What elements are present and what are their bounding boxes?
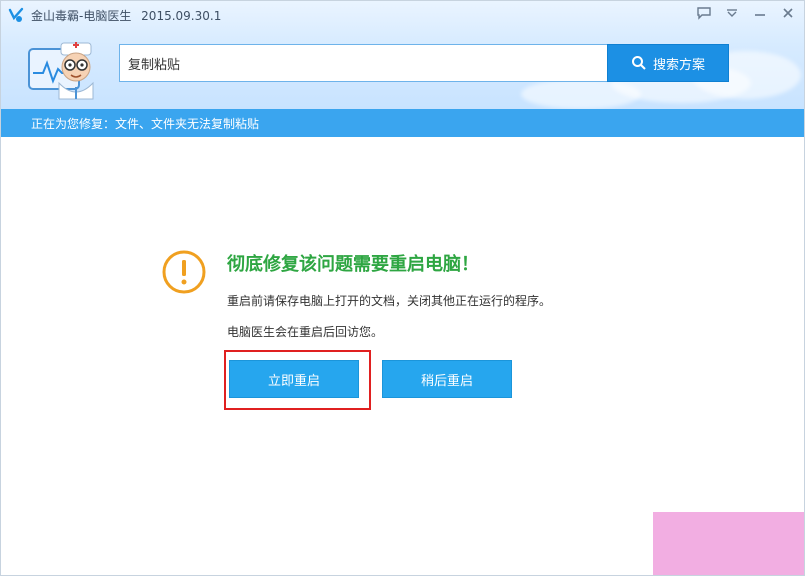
header: 金山毒霸-电脑医生 2015.09.30.1 复制粘贴 搜索方案 [1, 1, 804, 109]
search-input[interactable] [119, 44, 607, 82]
app-version: 2015.09.30.1 [141, 9, 222, 23]
doctor-avatar [28, 42, 94, 100]
search-button[interactable]: 搜索方案 [607, 44, 729, 82]
status-text: 正在为您修复：文件、文件夹无法复制粘贴 [31, 116, 260, 131]
close-icon[interactable] [776, 3, 800, 23]
warning-icon [162, 250, 206, 294]
window-controls [692, 3, 800, 23]
main-panel: 彻底修复该问题需要重启电脑！ 重启前请保存电脑上打开的文档，关闭其他正在运行的程… [1, 137, 804, 575]
app-logo-icon [8, 7, 24, 22]
dropdown-icon[interactable] [720, 3, 744, 23]
restart-heading: 彻底修复该问题需要重启电脑！ [227, 254, 479, 275]
app-window: 金山毒霸-电脑医生 2015.09.30.1 复制粘贴 搜索方案 正在为您修复：… [0, 0, 805, 576]
watermark-block [653, 512, 804, 575]
chat-bubble-icon[interactable] [692, 3, 716, 23]
restart-later-button[interactable]: 稍后重启 [382, 360, 512, 398]
restart-now-button[interactable]: 立即重启 [229, 360, 359, 398]
search-bar: 搜索方案 [119, 44, 729, 82]
repair-status-bar: 正在为您修复：文件、文件夹无法复制粘贴 [1, 109, 804, 137]
search-icon [631, 56, 646, 70]
search-button-label: 搜索方案 [652, 57, 705, 73]
app-title: 金山毒霸-电脑医生 2015.09.30.1 [31, 7, 221, 24]
followup-notice-text: 电脑医生会在重启后回访您。 [227, 325, 384, 339]
save-notice-text: 重启前请保存电脑上打开的文档，关闭其他正在运行的程序。 [227, 294, 552, 308]
app-name: 金山毒霸-电脑医生 [31, 9, 132, 23]
minimize-icon[interactable] [748, 3, 772, 23]
title-bar: 金山毒霸-电脑医生 2015.09.30.1 [1, 1, 804, 29]
